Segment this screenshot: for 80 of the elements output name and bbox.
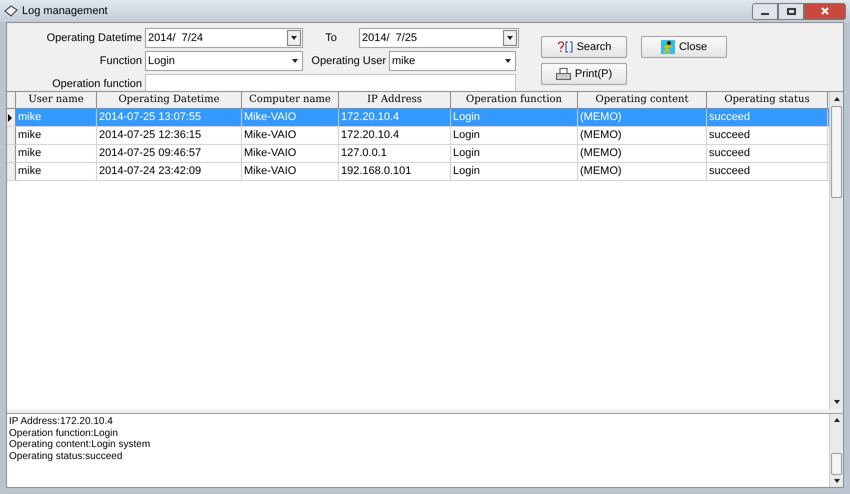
caret-icon[interactable] <box>291 36 297 40</box>
column-header[interactable]: User name <box>16 92 97 108</box>
scroll-up-icon[interactable] <box>834 418 840 422</box>
to-label: To <box>324 30 338 46</box>
scroll-up-icon[interactable] <box>834 97 840 101</box>
scrollbar-thumb[interactable] <box>831 453 842 475</box>
running-figure-icon <box>660 40 675 54</box>
table-cell: 2014-07-25 12:36:15 <box>97 127 242 144</box>
table-cell: (MEMO) <box>578 127 707 144</box>
close-button[interactable]: Close <box>641 36 727 58</box>
table-row[interactable]: mike 2014-07-24 23:42:09 Mike-VAIO 192.168.0.101 Login (MEMO) succeed <box>7 163 829 181</box>
detail-line: IP Address:172.20.10.4 <box>9 416 114 428</box>
date-from-picker[interactable]: 2014/ 7/24 <box>145 28 303 48</box>
table-cell: Mike-VAIO <box>242 127 339 144</box>
datetime-label: Operating Datetime <box>46 30 142 46</box>
table-cell: (MEMO) <box>578 145 707 162</box>
table-cell: Mike-VAIO <box>242 163 339 180</box>
scrollbar-thumb[interactable] <box>831 106 842 198</box>
close-icon <box>821 7 829 15</box>
table-cell: Login <box>451 145 578 162</box>
column-header[interactable]: IP Address <box>339 92 451 108</box>
table-cell: 172.20.10.4 <box>339 109 451 126</box>
function-label: Function <box>98 54 142 69</box>
table-cell: 2014-07-25 09:46:57 <box>97 145 242 162</box>
column-header[interactable]: Operating status <box>707 92 828 108</box>
printer-icon <box>556 68 571 80</box>
function-dropdown[interactable]: Login <box>145 51 303 71</box>
caret-icon[interactable] <box>507 36 513 40</box>
scroll-down-icon[interactable] <box>834 479 840 483</box>
table-row[interactable]: mike 2014-07-25 09:46:57 Mike-VAIO 127.0.0.1 Login (MEMO) succeed <box>7 145 829 163</box>
table-cell: Login <box>451 163 578 180</box>
window-icon <box>4 5 18 17</box>
search-button[interactable]: Search <box>541 36 627 58</box>
scroll-down-icon[interactable] <box>834 400 840 404</box>
table-cell: mike <box>16 127 97 144</box>
operating-user-label: Operating User <box>310 54 386 69</box>
details-memo[interactable]: IP Address:172.20.10.4 Operation function:Login Operating content:Login system Operating status:succeed <box>7 413 843 487</box>
dropdown-button[interactable] <box>503 30 517 46</box>
table-cell: succeed <box>707 163 828 180</box>
dropdown-button[interactable] <box>287 30 301 46</box>
window-title: Log management <box>22 4 108 19</box>
close-window-button[interactable] <box>804 2 846 20</box>
table-cell: mike <box>16 109 97 126</box>
table-cell: succeed <box>707 127 828 144</box>
column-header[interactable]: Operation function <box>451 92 578 108</box>
question-bracket-icon <box>556 41 573 53</box>
date-to-picker[interactable]: 2014/ 7/25 <box>359 28 519 48</box>
table-cell: (MEMO) <box>578 109 707 126</box>
operation-function-label: Operation function <box>51 76 142 92</box>
detail-line: Operating content:Login system <box>9 439 152 450</box>
table-cell: Mike-VAIO <box>242 145 339 162</box>
minimize-button[interactable] <box>752 2 778 20</box>
table-cell: 192.168.0.101 <box>339 163 451 180</box>
caret-icon[interactable] <box>292 59 298 63</box>
print-button[interactable]: Print(P) <box>541 63 627 85</box>
detail-line: Operating status:succeed <box>9 450 124 462</box>
column-header[interactable]: Operating content <box>578 92 707 108</box>
table-cell: (MEMO) <box>578 163 707 180</box>
vertical-scrollbar[interactable] <box>829 92 843 409</box>
row-indicator[interactable] <box>7 109 16 126</box>
column-header[interactable]: Operating Datetime <box>97 92 242 108</box>
operation-function-field[interactable] <box>145 74 516 94</box>
table-cell: 2014-07-25 13:07:55 <box>97 109 242 126</box>
table-cell: Login <box>451 127 578 144</box>
column-header[interactable]: Computer name <box>242 92 339 108</box>
table-cell: mike <box>16 145 97 162</box>
row-pointer-icon <box>7 114 13 122</box>
detail-line: Operation function:Login <box>9 428 119 439</box>
user-dropdown[interactable]: mike <box>389 51 516 71</box>
table-cell: 2014-07-24 23:42:09 <box>97 163 242 180</box>
table-cell: 127.0.0.1 <box>339 145 451 162</box>
caret-icon[interactable] <box>505 59 511 63</box>
maximize-button[interactable] <box>778 2 804 20</box>
table-cell: mike <box>16 163 97 180</box>
table-cell: Mike-VAIO <box>242 109 339 126</box>
table-cell: succeed <box>707 145 828 162</box>
table-cell: 172.20.10.4 <box>339 127 451 144</box>
table-cell: Login <box>451 109 578 126</box>
table-cell: succeed <box>707 109 828 126</box>
table-row[interactable]: mike 2014-07-25 12:36:15 Mike-VAIO 172.20.10.4 Login (MEMO) succeed <box>7 127 829 145</box>
